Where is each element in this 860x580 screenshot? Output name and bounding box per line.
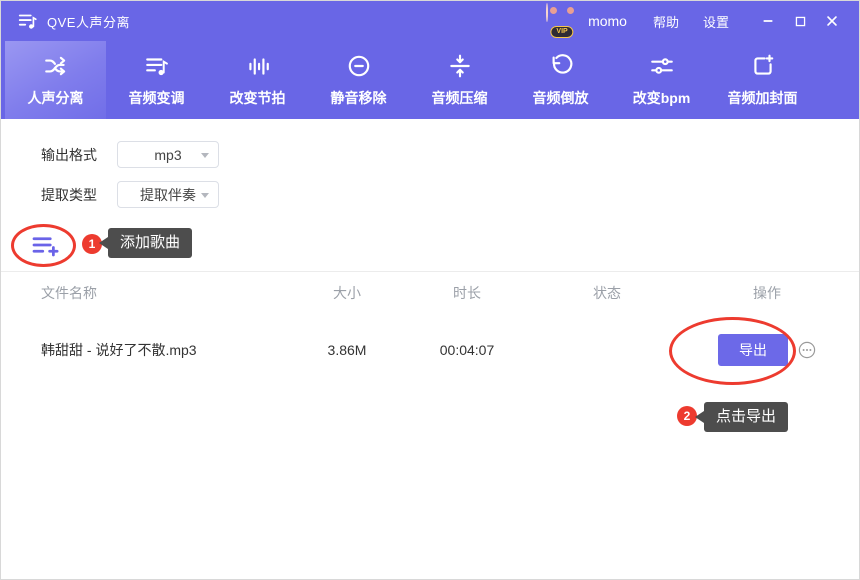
tab-change-beat[interactable]: 改变节拍 (207, 41, 308, 119)
tab-label: 音频加封面 (728, 88, 798, 108)
header-duration: 时长 (407, 283, 527, 303)
add-cover-icon (750, 53, 776, 79)
header-file-name: 文件名称 (1, 283, 287, 303)
minimize-button[interactable] (757, 10, 779, 32)
sliders-icon (649, 53, 675, 79)
step2-tooltip: 点击导出 (704, 402, 788, 432)
equalizer-bars-icon (245, 53, 271, 79)
file-size-cell: 3.86M (287, 342, 407, 358)
header-status: 状态 (527, 283, 687, 303)
tab-audio-reverse[interactable]: 音频倒放 (510, 41, 611, 119)
file-duration-cell: 00:04:07 (407, 342, 527, 358)
extract-type-value: 提取伴奏 (140, 185, 196, 205)
tab-label: 静音移除 (331, 88, 387, 108)
extract-type-label: 提取类型 (41, 185, 101, 205)
tab-vocal-separation[interactable]: 人声分离 (5, 41, 106, 119)
add-song-button[interactable] (29, 230, 59, 260)
app-window: QVE人声分离 VIP momo 帮助 设置 (0, 0, 860, 580)
window-controls (757, 10, 843, 32)
avatar-decoration (567, 7, 574, 14)
step2-number-badge: 2 (677, 406, 697, 426)
tab-label: 音频压缩 (432, 88, 488, 108)
feature-tabbar: 人声分离 音频变调 改变节拍 (1, 41, 859, 119)
tab-change-bpm[interactable]: 改变bpm (611, 41, 712, 119)
playlist-music-icon (144, 53, 170, 79)
main-content: 输出格式 mp3 提取类型 提取伴奏 文件名称 大小 时长 状态 (1, 119, 859, 579)
tab-label: 人声分离 (28, 88, 84, 108)
step1-tooltip: 添加歌曲 (108, 228, 192, 258)
settings-link[interactable]: 设置 (703, 12, 729, 31)
tab-label: 改变bpm (633, 88, 691, 108)
output-format-value: mp3 (154, 147, 181, 163)
app-logo-playlist-music-icon (17, 10, 39, 32)
header-size: 大小 (287, 283, 407, 303)
user-name[interactable]: momo (588, 13, 627, 29)
table-header: 文件名称 大小 时长 状态 操作 (1, 271, 859, 315)
extract-type-select[interactable]: 提取伴奏 (117, 181, 219, 208)
output-format-row: 输出格式 mp3 (41, 141, 219, 168)
output-format-select[interactable]: mp3 (117, 141, 219, 168)
user-avatar[interactable]: VIP (546, 4, 578, 38)
output-format-label: 输出格式 (41, 145, 101, 165)
tab-silence-removal[interactable]: 静音移除 (308, 41, 409, 119)
header-operation: 操作 (687, 283, 847, 303)
tab-label: 音频变调 (129, 88, 185, 108)
more-options-button[interactable] (798, 341, 816, 359)
export-button[interactable]: 导出 (718, 334, 788, 366)
file-operation-cell: 导出 (687, 334, 847, 366)
minus-circle-icon (346, 53, 372, 79)
vip-badge: VIP (550, 26, 573, 38)
chevron-down-icon (201, 153, 209, 158)
app-title: QVE人声分离 (47, 12, 130, 31)
chevron-down-icon (201, 193, 209, 198)
tab-audio-compress[interactable]: 音频压缩 (409, 41, 510, 119)
help-link[interactable]: 帮助 (653, 12, 679, 31)
tab-audio-pitch[interactable]: 音频变调 (106, 41, 207, 119)
tab-label: 改变节拍 (230, 88, 286, 108)
avatar-image (546, 3, 548, 22)
titlebar: QVE人声分离 VIP momo 帮助 设置 (1, 1, 859, 41)
compress-icon (447, 53, 473, 79)
tab-label: 音频倒放 (533, 88, 589, 108)
shuffle-icon (43, 53, 69, 79)
table-row[interactable]: 韩甜甜 - 说好了不散.mp3 3.86M 00:04:07 导出 (1, 315, 859, 385)
avatar-decoration (550, 7, 557, 14)
rotate-left-icon (548, 53, 574, 79)
file-name-cell: 韩甜甜 - 说好了不散.mp3 (1, 340, 287, 360)
close-button[interactable] (821, 10, 843, 32)
tab-add-cover[interactable]: 音频加封面 (712, 41, 813, 119)
extract-type-row: 提取类型 提取伴奏 (41, 181, 219, 208)
maximize-button[interactable] (789, 10, 811, 32)
